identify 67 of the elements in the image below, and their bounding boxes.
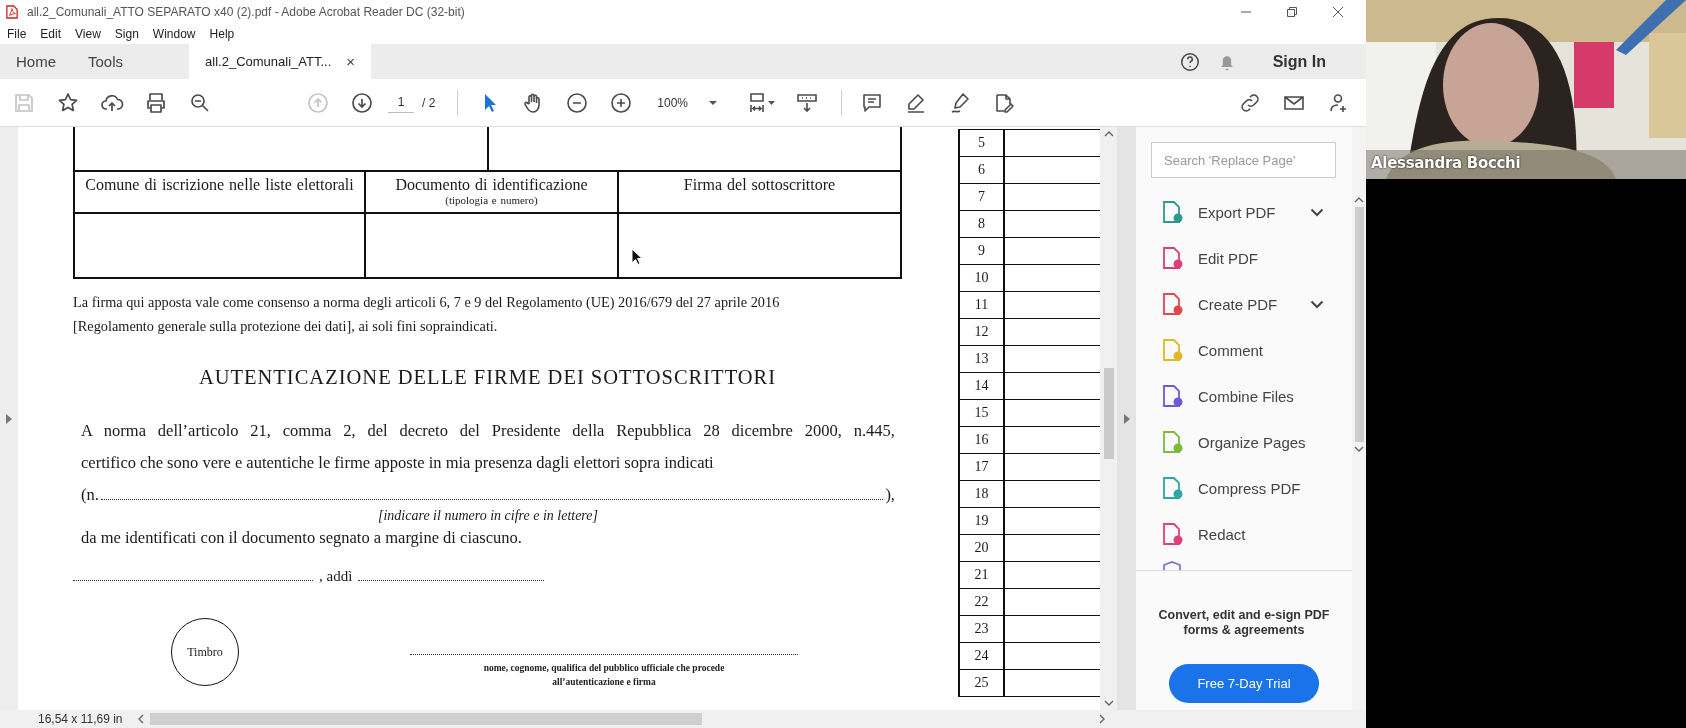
row-number: 20 [958, 535, 1005, 561]
row-number: 12 [958, 319, 1005, 345]
row-number: 23 [958, 616, 1005, 642]
tool-item[interactable]: Organize Pages [1151, 419, 1352, 465]
row-number: 7 [958, 184, 1005, 210]
participant-name: Alessandra Bocchi [1371, 154, 1521, 172]
row-number: 5 [958, 130, 1005, 156]
column-heading: Firma del sottoscrittore [683, 176, 836, 195]
sign-in-button[interactable]: Sign In [1272, 52, 1326, 71]
column-heading: Comune di iscrizione nelle liste elettorali [85, 176, 354, 195]
row-number: 16 [958, 427, 1005, 453]
signature-caption: nome, cognome, qualifica del pubblico ufficiale che procede [483, 662, 725, 675]
date-label: , addì [319, 567, 353, 586]
body-text: ), [885, 484, 895, 506]
tool-item[interactable]: Create PDF [1151, 281, 1352, 327]
row-number: 13 [958, 346, 1005, 372]
row-number: 18 [958, 481, 1005, 507]
row-number: 15 [958, 400, 1005, 426]
tool-item[interactable]: Combine Files [1151, 373, 1352, 419]
menu-item[interactable]: File [7, 27, 27, 41]
stamp-label: Timbro [187, 644, 223, 660]
body-text: (n. [81, 484, 99, 506]
row-number: 8 [958, 211, 1005, 237]
row-number: 22 [958, 589, 1005, 615]
promo-text: Convert, edit and e-sign PDF forms & agreements [1157, 608, 1331, 638]
row-number: 9 [958, 238, 1005, 264]
window-title: all.2_Comunali_ATTO SEPARATO x40 (2).pdf - Adobe Acrobat Reader DC (32-bit) [27, 5, 465, 19]
tool-item[interactable]: Compress PDF [1151, 465, 1352, 511]
row-number: 11 [958, 292, 1005, 318]
hint-text: [indicare il numero in cifre e in lettere] [377, 508, 599, 524]
menu-item[interactable]: View [75, 27, 101, 41]
tool-item[interactable]: Comment [1151, 327, 1352, 373]
menu-item[interactable]: Sign [114, 27, 139, 41]
tool-item[interactable]: Edit PDF [1151, 235, 1352, 281]
signature-caption: all’autenticazione e firma [552, 676, 656, 689]
row-number: 19 [958, 508, 1005, 534]
row-number: 24 [958, 643, 1005, 669]
body-text: A norma dell’articolo 21, comma 2, del decreto del Presidente della Repubblica 28 dicembre 2000, n.445, [81, 420, 895, 442]
row-number: 14 [958, 373, 1005, 399]
tool-item[interactable]: Export PDF [1151, 189, 1352, 235]
body-text: da me identificati con il documento segnato a margine di ciascuno. [81, 527, 523, 549]
row-number: 21 [958, 562, 1005, 588]
tab-label: all.2_Comunali_ATT... [205, 54, 332, 69]
row-number: 6 [958, 157, 1005, 183]
section-heading: AUTENTICAZIONE DELLE FIRME DEI SOTTOSCRITTORI [197, 365, 778, 390]
menu-item[interactable]: Window [152, 27, 196, 41]
body-text: certifico che sono vere e autentiche le firme apposte in mia presenza dagli elettori sopra indicati [81, 452, 715, 474]
row-number: 10 [958, 265, 1005, 291]
page-number-field[interactable]: 1 [388, 92, 414, 113]
column-heading: Documento di identificazione [395, 176, 588, 194]
consent-text: La firma qui apposta vale come consenso a norma degli articoli 6, 7 e 9 del Regolamento (UE) 2016/679 del 27 aprile 2016 [73, 293, 781, 312]
tab-close-button[interactable]: × [346, 53, 356, 70]
page-count: / 2 [422, 95, 436, 110]
document-tab[interactable]: all.2_Comunali_ATT... × [189, 44, 372, 79]
tool-item[interactable]: Redact [1151, 511, 1352, 557]
menu-item[interactable]: Help [209, 27, 235, 41]
zoom-dropdown[interactable]: 100% [651, 91, 724, 114]
nav-tab[interactable]: Tools [72, 44, 140, 79]
consent-text: [Regolamento generale sulla protezione dei dati], ai soli fini sopraindicati. [73, 317, 499, 336]
free-trial-button[interactable]: Free 7-Day Trial [1169, 664, 1319, 703]
search-field[interactable]: Search 'Replace Page' [1151, 142, 1336, 178]
row-number: 17 [958, 454, 1005, 480]
nav-tab[interactable]: Home [0, 44, 72, 79]
menu-item[interactable]: Edit [40, 27, 62, 41]
column-note: (tipologia e numero) [445, 194, 538, 206]
page-size-text: 16,54 x 11,69 in [38, 712, 124, 726]
row-number: 25 [958, 670, 1005, 696]
